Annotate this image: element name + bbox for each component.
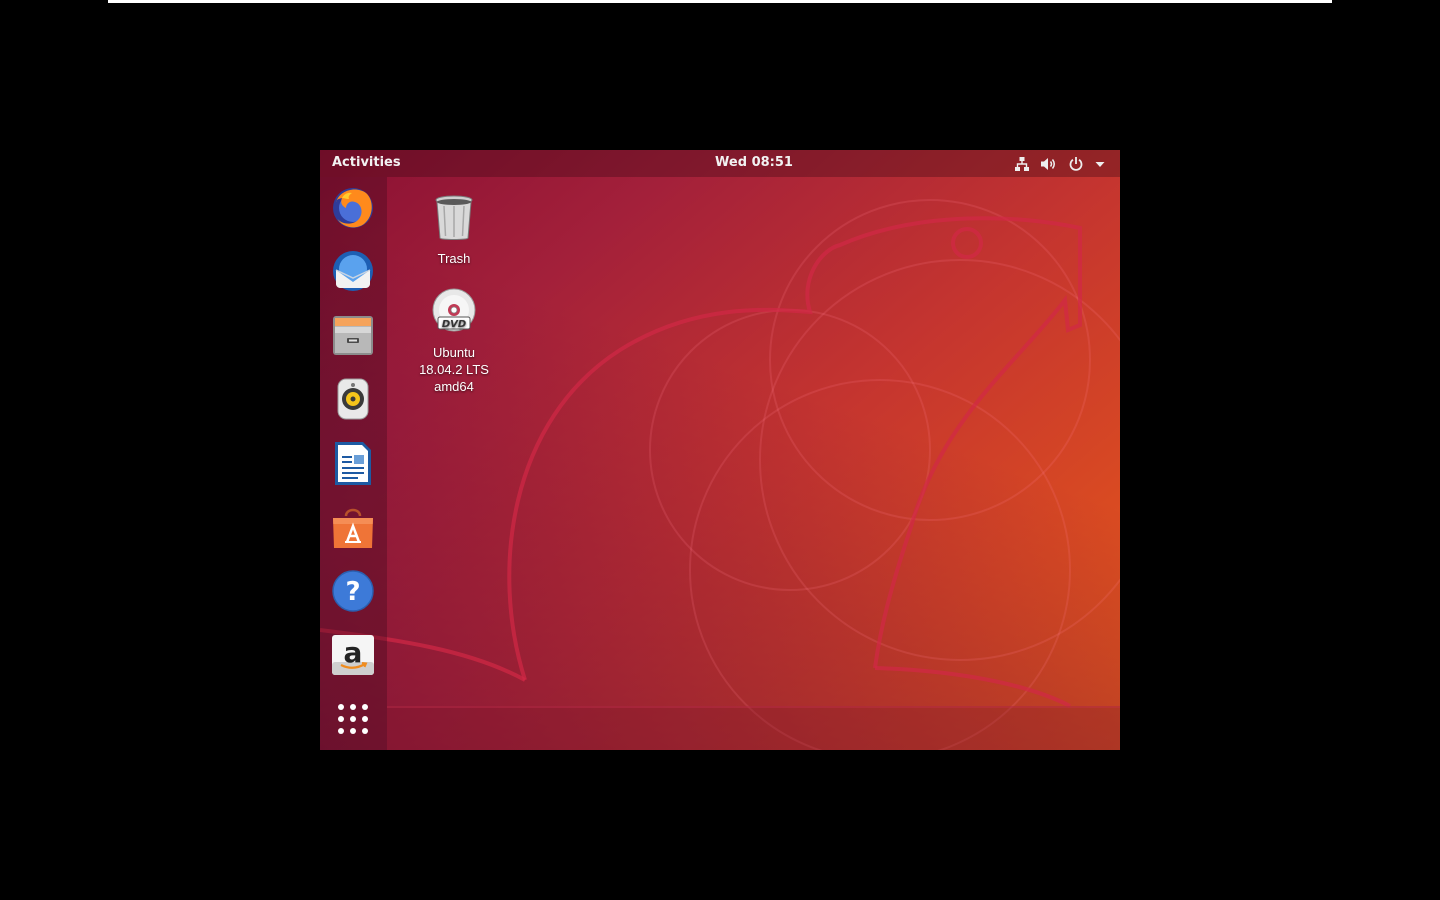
dock: ? a <box>320 177 387 750</box>
dock-item-files[interactable] <box>330 312 376 358</box>
power-icon[interactable] <box>1068 156 1084 172</box>
desktop-icon-trash[interactable]: Trash <box>409 194 499 267</box>
svg-text:DVD: DVD <box>442 319 466 330</box>
desktop-icon-label: Trash <box>437 251 471 266</box>
writer-icon <box>335 442 371 485</box>
dock-item-software[interactable] <box>330 504 376 550</box>
help-icon: ? <box>332 570 374 612</box>
rhythmbox-icon <box>337 378 369 420</box>
volume-icon[interactable] <box>1040 156 1058 172</box>
files-icon <box>333 316 373 355</box>
network-icon[interactable] <box>1014 156 1030 172</box>
desktop-icon-ubuntu-dvd[interactable]: DVD Ubuntu 18.04.2 LTS amd64 <box>409 288 499 395</box>
dock-item-rhythmbox[interactable] <box>330 376 376 422</box>
chevron-down-icon[interactable] <box>1094 156 1106 172</box>
wallpaper-floor-band <box>387 706 1120 750</box>
clock[interactable]: Wed 08:51 <box>320 155 1120 170</box>
dvd-icon: DVD <box>432 288 476 332</box>
svg-text:?: ? <box>345 577 360 607</box>
desktop-icon-label: Ubuntu 18.04.2 LTS amd64 <box>419 345 489 394</box>
app-grid-icon <box>338 704 368 734</box>
thunderbird-icon <box>333 251 373 291</box>
dock-item-thunderbird[interactable] <box>330 248 376 294</box>
software-icon <box>333 508 373 548</box>
firefox-icon <box>333 188 373 228</box>
svg-text:a: a <box>344 636 363 669</box>
amazon-icon: a <box>332 635 374 675</box>
system-tray[interactable] <box>1014 154 1106 174</box>
vm-screen: Activities Wed 08:51 ? a Trash DVD Ubunt… <box>320 150 1120 750</box>
dock-item-firefox[interactable] <box>330 184 376 230</box>
host-window-edge <box>108 0 1332 3</box>
dock-item-writer[interactable] <box>330 440 376 486</box>
dock-item-amazon[interactable]: a <box>330 632 376 678</box>
trash-icon <box>435 195 473 240</box>
show-applications-button[interactable] <box>330 696 376 742</box>
dock-item-help[interactable]: ? <box>330 568 376 614</box>
top-panel: Activities Wed 08:51 <box>320 150 1120 177</box>
